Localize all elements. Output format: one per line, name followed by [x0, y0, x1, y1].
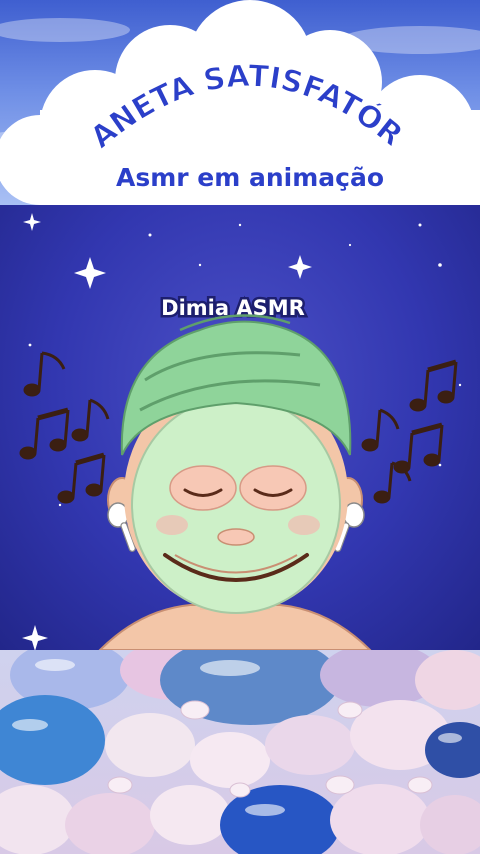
music-note-icon [19, 351, 110, 504]
left-cheek [156, 515, 188, 535]
nose [217, 528, 255, 546]
page-title: PLANETA SATISFATÓRIO [0, 0, 409, 156]
page-subtitle: Asmr em animação [116, 163, 384, 192]
music-note-icon [361, 359, 458, 504]
animation-frame: Dimia ASMR [19, 213, 462, 650]
video-scene[interactable]: Dimia ASMR [0, 205, 480, 650]
right-eye-patch [239, 465, 307, 511]
title-group: PLANETA SATISFATÓRIO Asmr em animação [0, 0, 410, 192]
right-cheek [288, 515, 320, 535]
blue-glass-stone [0, 695, 105, 785]
header-banner: PLANETA SATISFATÓRIO Asmr em animação [0, 0, 480, 205]
stones-background [0, 650, 480, 854]
pebble-field [0, 650, 480, 854]
left-eye-patch [169, 465, 237, 511]
